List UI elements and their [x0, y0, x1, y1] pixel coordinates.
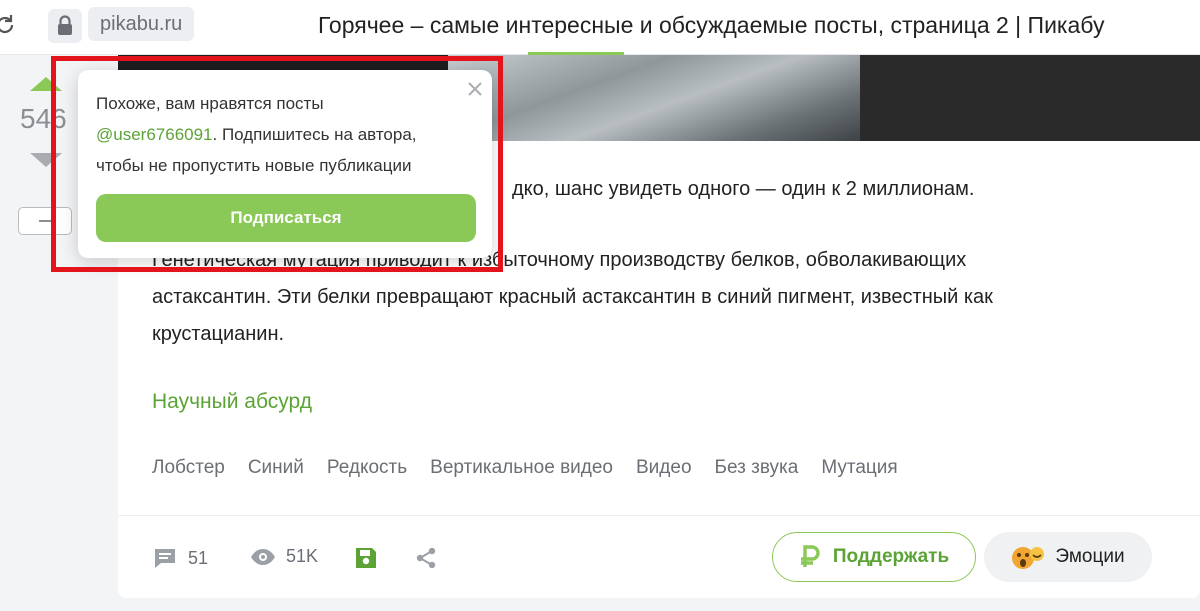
highlight-frame — [51, 56, 503, 272]
save-icon — [356, 548, 376, 568]
support-button[interactable]: Поддержать — [772, 532, 976, 582]
support-label: Поддержать — [832, 546, 950, 567]
tag[interactable]: Редкость — [327, 457, 407, 479]
share-button[interactable] — [414, 546, 438, 570]
reload-icon[interactable] — [0, 12, 18, 38]
tag[interactable]: Вертикальное видео — [430, 457, 613, 479]
emotions-label: Эмоции — [1055, 546, 1125, 567]
views-stat: 51K — [250, 546, 318, 567]
post-paragraph-2-line-2: астаксантин. Эти белки превращают красны… — [152, 286, 993, 308]
tag[interactable]: Видео — [636, 457, 692, 479]
tag[interactable]: Лобстер — [152, 457, 225, 479]
views-count: 51K — [286, 546, 319, 566]
community-link[interactable]: Научный абсурд — [152, 390, 312, 414]
post-paragraph-1-text: дко, шанс увидеть одного — один к 2 милл… — [512, 178, 975, 200]
share-icon — [416, 547, 436, 569]
url-field[interactable]: pikabu.ru — [88, 7, 195, 41]
tag[interactable]: Без звука — [715, 457, 799, 479]
ruble-icon — [800, 545, 820, 567]
emotions-button[interactable]: Эмоции — [984, 532, 1152, 582]
post-paragraph-2-line-3: крустацианин. — [152, 323, 285, 345]
comment-icon — [155, 549, 175, 568]
comments-count: 51 — [188, 547, 209, 568]
post-footer: 51 51K Поддержать Эмоции — [118, 516, 1200, 598]
video-letterbox-right — [860, 55, 1200, 141]
eye-icon — [251, 548, 275, 565]
lock-icon[interactable] — [48, 9, 82, 43]
browser-bar: pikabu.ru Горячее – самые интересные и о… — [0, 0, 1200, 55]
tag[interactable]: Синий — [248, 457, 304, 479]
comments-stat[interactable]: 51 — [152, 546, 208, 570]
emoji-icon — [1012, 547, 1045, 569]
page-title: Горячее – самые интересные и обсуждаемые… — [318, 12, 1105, 38]
save-button[interactable] — [354, 546, 378, 570]
video-frame — [448, 55, 860, 141]
tag[interactable]: Мутация — [821, 457, 897, 479]
tag-list: Лобстер Синий Редкость Вертикальное виде… — [152, 457, 898, 479]
